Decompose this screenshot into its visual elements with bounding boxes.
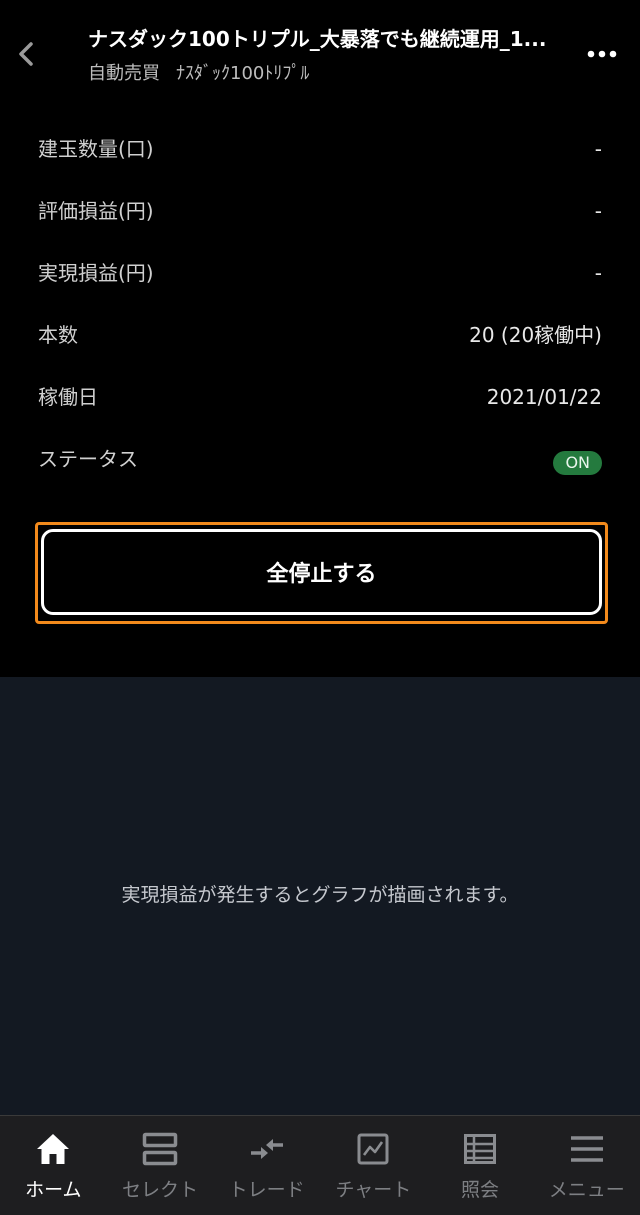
graph-empty-message: 実現損益が発生するとグラフが描画されます。 [121, 884, 519, 906]
detail-label: 稼働日 [38, 385, 98, 409]
nav-label: トレード [228, 1179, 305, 1201]
chevron-left-icon [19, 42, 33, 66]
detail-label: 実現損益(円) [38, 261, 154, 285]
detail-list: 建玉数量(口) - 評価損益(円) - 実現損益(円) - 本数 20 (20稼… [0, 119, 640, 491]
nav-item-home[interactable]: ホーム [0, 1116, 107, 1215]
subtitle-category: 自動売買 [88, 63, 160, 84]
detail-label: 本数 [38, 323, 78, 347]
page-title: ナスダック100トリプル_大暴落でも継続運用_1... [88, 27, 547, 51]
detail-label: 建玉数量(口) [38, 137, 154, 161]
detail-row-realized-pl: 実現損益(円) - [0, 243, 640, 305]
back-button[interactable] [6, 30, 46, 78]
detail-row-start-date: 稼働日 2021/01/22 [0, 367, 640, 429]
inquiry-list-icon [464, 1134, 497, 1164]
bottom-nav: ホーム セレクト トレード チャート 照会 メニュー [0, 1115, 640, 1215]
select-icon [142, 1132, 178, 1166]
detail-value: 2021/01/22 [486, 385, 602, 409]
detail-row-unrealized-pl: 評価損益(円) - [0, 181, 640, 243]
home-icon [37, 1134, 70, 1164]
nav-item-select[interactable]: セレクト [107, 1116, 214, 1215]
detail-value: - [594, 199, 602, 223]
detail-label: ステータス [38, 447, 138, 471]
nav-item-trade[interactable]: トレード [213, 1116, 320, 1215]
detail-row-position-qty: 建玉数量(口) - [0, 119, 640, 181]
menu-icon [570, 1136, 603, 1162]
stop-button-focus-ring: 全停止する [35, 522, 608, 624]
nav-label: ホーム [25, 1179, 82, 1201]
nav-label: チャート [335, 1179, 412, 1201]
page-subtitle: 自動売買 ﾅｽﾀﾞｯｸ100ﾄﾘﾌﾟﾙ [88, 61, 309, 87]
status-badge: ON [553, 451, 602, 475]
trade-arrows-icon [250, 1139, 283, 1159]
nav-item-chart[interactable]: チャート [320, 1116, 427, 1215]
more-horizontal-icon [587, 50, 617, 58]
detail-value: - [594, 137, 602, 161]
detail-label: 評価損益(円) [38, 199, 154, 223]
chart-icon [357, 1133, 389, 1165]
detail-value: - [594, 261, 602, 285]
detail-value: 20 (20稼働中) [469, 323, 602, 347]
nav-label: セレクト [122, 1179, 199, 1201]
nav-label: メニュー [548, 1179, 625, 1201]
header: ナスダック100トリプル_大暴落でも継続運用_1... 自動売買 ﾅｽﾀﾞｯｸ10… [0, 0, 640, 104]
more-options-button[interactable] [578, 34, 626, 74]
nav-item-inquiry[interactable]: 照会 [427, 1116, 534, 1215]
detail-row-count: 本数 20 (20稼働中) [0, 305, 640, 367]
pl-graph-area: 実現損益が発生するとグラフが描画されます。 [0, 677, 640, 1115]
subtitle-name: ﾅｽﾀﾞｯｸ100ﾄﾘﾌﾟﾙ [176, 63, 310, 84]
detail-row-status: ステータス ON [0, 429, 640, 491]
nav-label: 照会 [461, 1179, 500, 1201]
stop-all-button[interactable]: 全停止する [41, 529, 602, 615]
nav-item-menu[interactable]: メニュー [533, 1116, 640, 1215]
